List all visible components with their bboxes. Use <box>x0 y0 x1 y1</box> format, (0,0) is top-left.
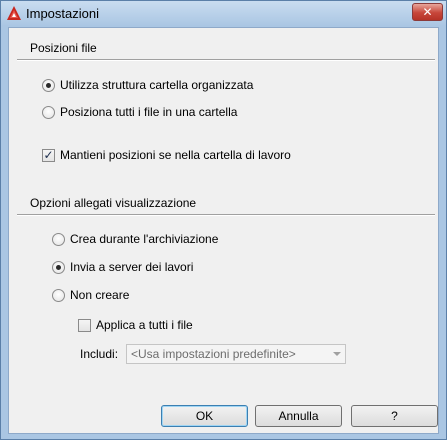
window-title: Impostazioni <box>26 6 99 21</box>
help-button[interactable]: ? <box>351 405 438 427</box>
settings-dialog: Impostazioni ✕ Posizioni file Utilizza s… <box>0 0 447 440</box>
keep-positions-checkbox[interactable]: ✓ <box>42 149 55 162</box>
radio-single-folder-label: Posiziona tutti i file in una cartella <box>60 105 238 119</box>
close-button[interactable]: ✕ <box>412 3 443 21</box>
include-dropdown-value: <Usa impostazioni predefinite> <box>131 347 296 361</box>
radio-send-to-job-server-label: Invia a server dei lavori <box>70 260 194 274</box>
radio-organized-folders-label: Utilizza struttura cartella organizzata <box>60 78 254 92</box>
include-label: Includi: <box>80 347 119 361</box>
chevron-down-icon <box>333 352 341 356</box>
radio-organized-folders[interactable] <box>42 79 55 92</box>
radio-do-not-create[interactable] <box>52 289 65 302</box>
radio-create-on-archive[interactable] <box>52 233 65 246</box>
autodesk-logo-icon <box>7 6 21 20</box>
radio-single-folder[interactable] <box>42 106 55 119</box>
file-positions-heading: Posizioni file <box>30 41 97 55</box>
radio-do-not-create-label: Non creare <box>70 288 130 302</box>
attachments-heading: Opzioni allegati visualizzazione <box>30 196 197 210</box>
apply-all-files-checkbox[interactable] <box>78 319 91 332</box>
ok-button[interactable]: OK <box>161 405 248 427</box>
radio-create-on-archive-label: Crea durante l'archiviazione <box>70 232 219 246</box>
keep-positions-label: Mantieni posizioni se nella cartella di … <box>60 148 291 162</box>
apply-all-files-label: Applica a tutti i file <box>96 318 193 332</box>
include-dropdown[interactable]: <Usa impostazioni predefinite> <box>126 344 346 364</box>
cancel-button[interactable]: Annulla <box>255 405 342 427</box>
section-divider <box>17 214 435 216</box>
section-divider <box>17 59 435 61</box>
radio-send-to-job-server[interactable] <box>52 261 65 274</box>
title-bar[interactable]: Impostazioni ✕ <box>1 1 446 26</box>
